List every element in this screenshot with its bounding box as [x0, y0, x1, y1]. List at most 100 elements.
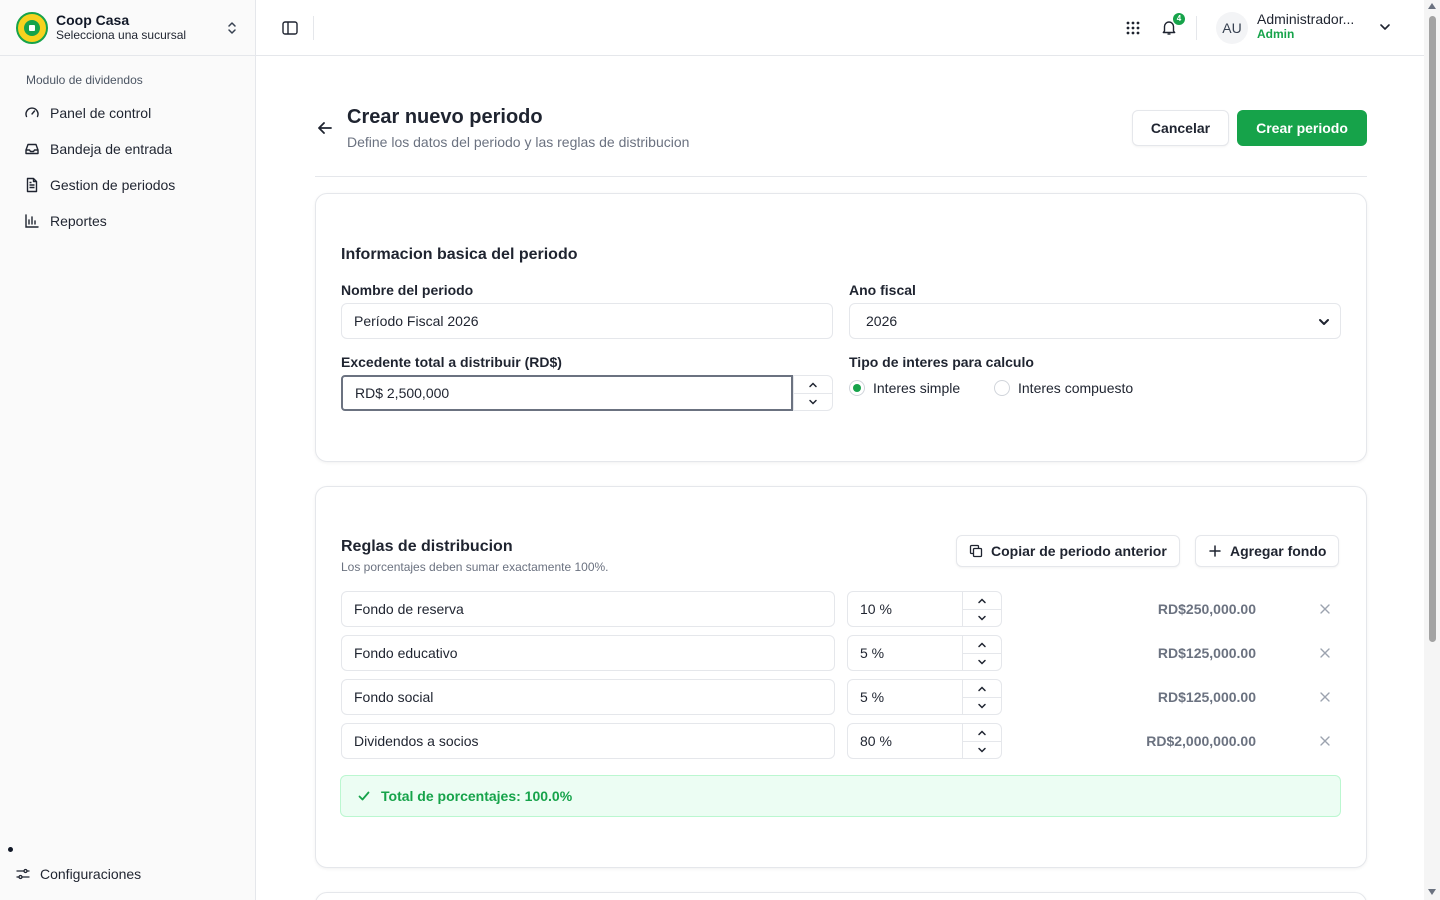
arrow-left-icon[interactable] [316, 119, 334, 137]
sidebar-item-label: Bandeja de entrada [50, 141, 173, 157]
percent-stepper[interactable] [962, 679, 1002, 715]
radio-button[interactable] [849, 380, 865, 396]
period-name-label: Nombre del periodo [341, 282, 474, 298]
gauge-icon [25, 107, 39, 118]
plus-icon [1209, 545, 1221, 557]
sliders-icon [16, 868, 30, 880]
decrement-button[interactable] [963, 697, 1001, 714]
sidebar-item-panel[interactable]: Panel de control [0, 95, 255, 131]
scroll-thumb[interactable] [1429, 16, 1436, 642]
fund-percent-value: 5 % [860, 645, 885, 661]
sidebar-toggle-icon[interactable] [281, 19, 299, 37]
percent-stepper[interactable] [962, 635, 1002, 671]
check-icon [358, 791, 370, 801]
copy-icon [969, 544, 983, 558]
org-subtitle: Selecciona una sucursal [56, 27, 187, 42]
apps-grid-icon[interactable] [1125, 20, 1141, 36]
fund-percent-input[interactable]: 10 % [847, 591, 963, 627]
increment-button[interactable] [963, 680, 1001, 697]
fund-percent-input[interactable]: 5 % [847, 635, 963, 671]
page-scrollbar[interactable] [1424, 0, 1440, 900]
distribution-title: Reglas de distribucion [341, 538, 513, 555]
cancel-button[interactable]: Cancelar [1132, 110, 1229, 146]
notification-badge: 4 [1173, 13, 1185, 25]
sidebar-item-inbox[interactable]: Bandeja de entrada [0, 131, 255, 167]
decrement-button[interactable] [963, 653, 1001, 670]
increment-button[interactable] [963, 592, 1001, 609]
user-role: Admin [1257, 27, 1295, 41]
chevron-down-icon[interactable] [1378, 20, 1392, 34]
document-icon [26, 177, 38, 193]
fund-percent-input[interactable]: 80 % [847, 723, 963, 759]
fund-name-input[interactable]: Fondo de reserva [341, 591, 835, 627]
surplus-stepper[interactable] [793, 375, 833, 411]
fiscal-year-value: 2026 [866, 313, 898, 329]
chevron-down-icon [978, 703, 986, 709]
close-icon[interactable] [1319, 603, 1331, 615]
increment-button[interactable] [963, 636, 1001, 653]
chevron-down-icon [809, 399, 817, 405]
copy-previous-button[interactable]: Copiar de periodo anterior [956, 535, 1180, 567]
sidebar: Coop Casa Selecciona una sucursal Modulo… [0, 0, 256, 900]
increment-button[interactable] [794, 376, 832, 393]
percent-stepper[interactable] [962, 723, 1002, 759]
surplus-input[interactable]: RD$ 2,500,000 [341, 375, 793, 411]
user-menu[interactable]: Administrador... Admin [1257, 12, 1354, 42]
sidebar-item-settings[interactable]: Configuraciones [0, 860, 157, 888]
radio-compound-interest[interactable]: Interes compuesto [994, 380, 1133, 396]
divider [315, 176, 1367, 177]
fiscal-year-select[interactable]: 2026 [849, 303, 1341, 339]
distribution-subtitle: Los porcentajes deben sumar exactamente … [341, 560, 609, 574]
section-label: Modulo de dividendos [26, 73, 143, 87]
increment-button[interactable] [963, 724, 1001, 741]
fund-name-value: Fondo educativo [354, 645, 458, 661]
close-icon[interactable] [1319, 647, 1331, 659]
total-percent-text: Total de porcentajes: 100.0% [381, 788, 573, 804]
chevron-down-icon [978, 747, 986, 753]
chevron-up-icon [978, 685, 986, 691]
close-icon[interactable] [1319, 735, 1331, 747]
sidebar-item-label: Reportes [50, 213, 107, 229]
fund-amount: RD$125,000.00 [1157, 689, 1256, 705]
fund-name-input[interactable]: Fondo educativo [341, 635, 835, 671]
fund-name-input[interactable]: Fondo social [341, 679, 835, 715]
inbox-icon [25, 143, 39, 155]
chevron-down-icon [978, 615, 986, 621]
radio-button[interactable] [994, 380, 1010, 396]
radio-label: Interes simple [873, 380, 961, 396]
avatar[interactable]: AU [1216, 12, 1248, 44]
page-subtitle: Define los datos del periodo y las regla… [347, 134, 690, 150]
period-name-input[interactable]: Período Fiscal 2026 [341, 303, 833, 339]
org-name: Coop Casa [56, 11, 130, 28]
org-switcher[interactable]: Coop Casa Selecciona una sucursal [0, 0, 255, 56]
sidebar-item-reports[interactable]: Reportes [0, 203, 255, 239]
chevrons-up-down-icon [228, 21, 236, 34]
add-fund-button[interactable]: Agregar fondo [1195, 535, 1340, 567]
scroll-down-arrow-icon[interactable] [1428, 889, 1436, 895]
chevron-up-icon [809, 381, 817, 387]
fund-name-input[interactable]: Dividendos a socios [341, 723, 835, 759]
settings-label: Configuraciones [40, 866, 142, 882]
bullet-dot [8, 847, 13, 852]
create-period-button[interactable]: Crear periodo [1237, 110, 1367, 146]
chevron-up-icon [978, 597, 986, 603]
next-card [315, 892, 1367, 900]
decrement-button[interactable] [963, 741, 1001, 758]
org-logo [16, 11, 48, 44]
sidebar-item-label: Panel de control [50, 105, 152, 121]
copy-previous-label: Copiar de periodo anterior [991, 543, 1167, 559]
percent-stepper[interactable] [962, 591, 1002, 627]
scroll-up-arrow-icon[interactable] [1428, 3, 1436, 9]
chevron-down-icon [978, 659, 986, 665]
bar-chart-icon [25, 214, 39, 228]
page-title: Crear nuevo periodo [347, 106, 543, 128]
fund-name-value: Fondo de reserva [354, 601, 464, 617]
decrement-button[interactable] [963, 609, 1001, 626]
sidebar-item-periods[interactable]: Gestion de periodos [0, 167, 255, 203]
decrement-button[interactable] [794, 393, 832, 410]
fund-amount: RD$125,000.00 [1157, 645, 1256, 661]
radio-simple-interest[interactable]: Interes simple [849, 380, 960, 396]
fund-percent-input[interactable]: 5 % [847, 679, 963, 715]
close-icon[interactable] [1319, 691, 1331, 703]
basic-info-title: Informacion basica del periodo [341, 246, 578, 263]
